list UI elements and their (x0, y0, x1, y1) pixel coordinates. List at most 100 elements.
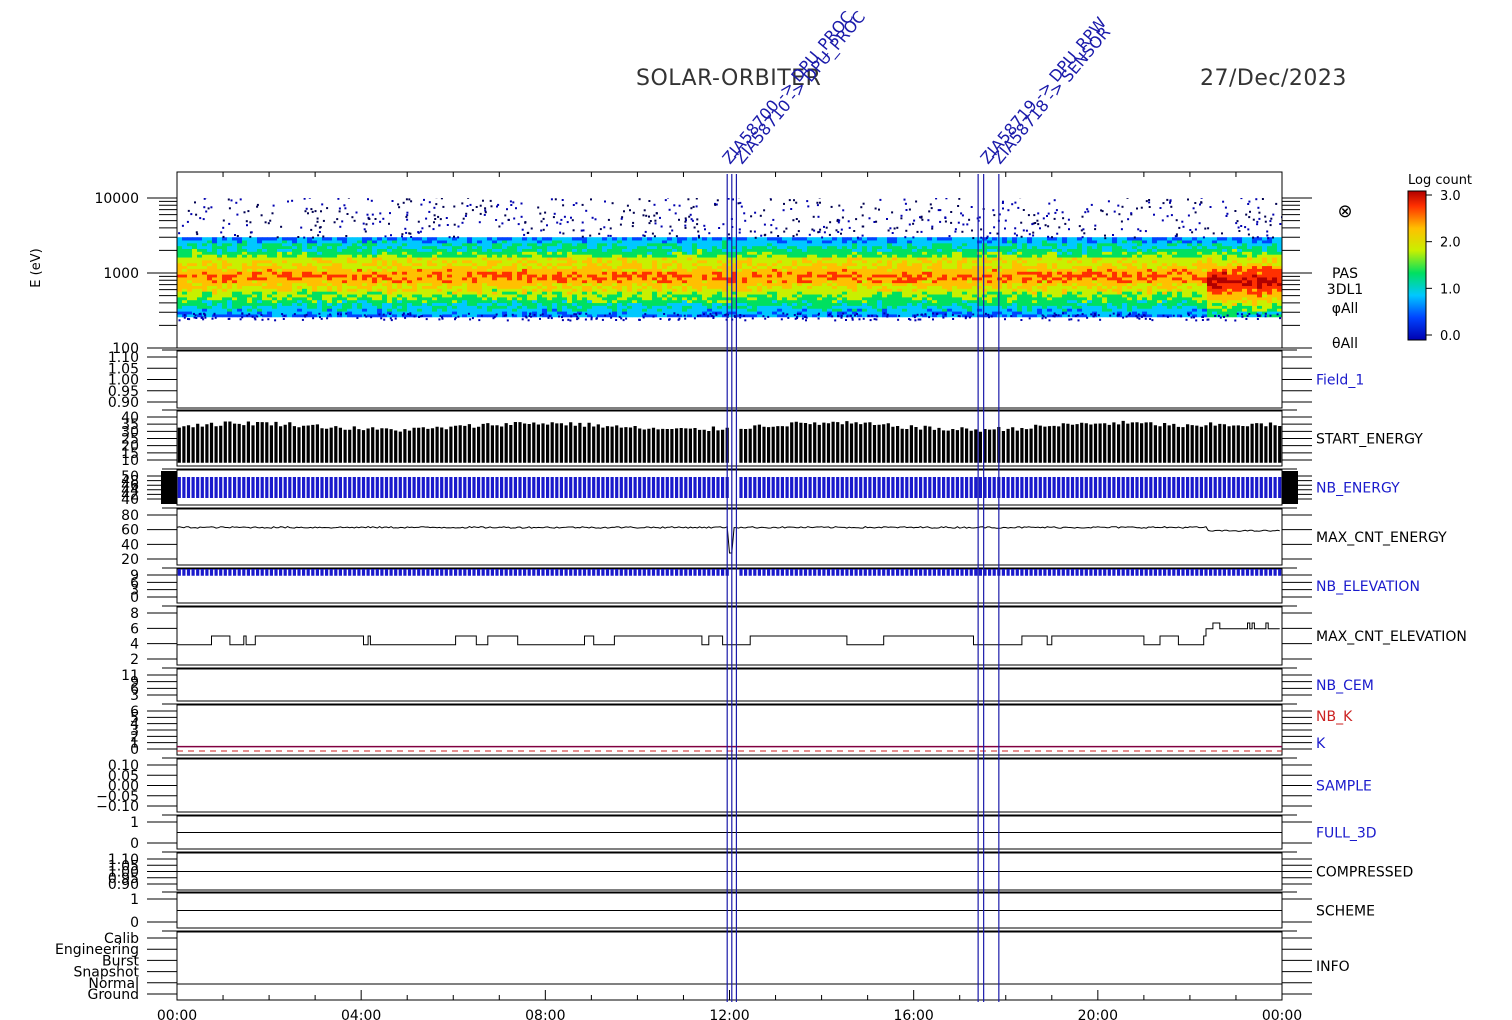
spectrogram-cell (282, 277, 288, 281)
spectrogram-cell (307, 262, 313, 267)
spectrogram-cell (417, 268, 423, 272)
spectrogram-cell (777, 294, 783, 298)
spectrogram-cell (942, 248, 948, 252)
spectrogram-cell (297, 302, 303, 306)
spectrogram-cell (442, 279, 448, 284)
spectrogram-cell (547, 271, 553, 275)
spectrogram-cell (802, 311, 808, 315)
spectrogram-cell (697, 274, 703, 278)
spectrogram-cell (957, 288, 963, 292)
spectrogram-cell (957, 274, 963, 278)
spectrogram-cell (422, 268, 428, 272)
spectrogram-cell (307, 285, 313, 289)
spectrogram-cell (317, 271, 323, 275)
spectrogram-cell (852, 271, 858, 275)
spectrogram-cell (207, 305, 213, 309)
spectrogram-cell (797, 279, 803, 284)
spectrogram-cell (1012, 254, 1018, 258)
spectrogram-cell (612, 274, 618, 278)
spectrogram-cell (767, 265, 773, 269)
spectrogram-cell (947, 296, 953, 301)
spectrogram-cell (897, 294, 903, 298)
spectrogram-cell (552, 296, 558, 301)
spectrogram-cell (687, 288, 693, 292)
spectrogram-cell (227, 311, 233, 315)
spectrogram-cell (352, 262, 358, 267)
spectrogram-cell (437, 240, 443, 244)
spectrogram-cell (257, 305, 263, 309)
spectrogram-cell (467, 242, 473, 247)
spectrogram-cell (432, 245, 438, 249)
spectrogram-cell (832, 254, 838, 258)
spectrogram-cell (307, 277, 313, 281)
spectrogram-cell (382, 254, 388, 258)
spectrogram-cell (1017, 251, 1023, 255)
spectrogram-cell (477, 257, 483, 261)
spectrogram-cell (942, 296, 948, 301)
spectrogram-cell (1012, 277, 1018, 281)
spectrogram-cell (802, 305, 808, 309)
spectrogram-cell (197, 259, 203, 264)
spectrogram-cell (252, 285, 258, 289)
spectrogram-cell (507, 279, 513, 284)
spectrogram-cell (682, 254, 688, 258)
spectrogram-cell (1032, 294, 1038, 298)
spectrogram-cell (322, 271, 328, 275)
spectrogram-cell (847, 279, 853, 284)
spectrogram-cell (852, 257, 858, 261)
spectrogram-cell (572, 248, 578, 252)
spectrogram-cell (637, 308, 643, 312)
spectrogram-cell (477, 285, 483, 289)
spectrogram-cell (952, 251, 958, 255)
spectrogram-cell (442, 259, 448, 264)
spectrogram-cell (657, 251, 663, 255)
spectrogram-cell (682, 268, 688, 272)
spectrogram-cell (232, 262, 238, 267)
spectrogram-cell (847, 268, 853, 272)
spectrogram-cell (1012, 245, 1018, 249)
spectrogram-cell (177, 279, 183, 284)
spectrogram-cell (1047, 277, 1053, 281)
spectrogram-cell (277, 251, 283, 255)
spectrogram-cell (417, 305, 423, 309)
spectrogram-cell (847, 242, 853, 247)
spectrogram-cell (672, 268, 678, 272)
spectrogram-cell (882, 240, 888, 244)
spectrogram-cell (337, 240, 343, 244)
spectrogram-cell (567, 311, 573, 315)
spectrogram-cell (1012, 237, 1018, 241)
spectrogram-cell (657, 271, 663, 275)
spectrogram-cell (192, 285, 198, 289)
spectrogram-cell (647, 279, 653, 284)
spectrogram-cell (327, 294, 333, 298)
spectrogram-cell (937, 302, 943, 306)
spectrogram-cell (942, 268, 948, 272)
spectrogram-cell (252, 311, 258, 315)
spectrogram-cell (997, 265, 1003, 269)
spectrogram-cell (752, 271, 758, 275)
spectrogram-cell (1007, 277, 1013, 281)
spectrogram-cell (1052, 277, 1058, 281)
spectrogram-cell (392, 271, 398, 275)
spectrogram-cell (872, 240, 878, 244)
spectrogram-cell (512, 254, 518, 258)
spectrogram-cell (822, 291, 828, 295)
spectrogram-cell (217, 282, 223, 286)
spectrogram-cell (947, 291, 953, 295)
spectrogram-cell (792, 302, 798, 306)
spectrogram-cell (437, 277, 443, 281)
spectrogram-cell (477, 245, 483, 249)
spectrogram-cell (767, 271, 773, 275)
spectrogram-cell (297, 274, 303, 278)
spectrogram-cell (647, 245, 653, 249)
spectrogram-cell (382, 308, 388, 312)
spectrogram-cell (282, 285, 288, 289)
spectrogram-cell (832, 251, 838, 255)
spectrogram-cell (892, 296, 898, 301)
spectrogram-cell (677, 271, 683, 275)
spectrogram-cell (757, 302, 763, 306)
spectrogram-cell (887, 282, 893, 286)
spectrogram-cell (217, 299, 223, 304)
spectrogram-cell (557, 311, 563, 315)
spectrogram-cell (812, 257, 818, 261)
